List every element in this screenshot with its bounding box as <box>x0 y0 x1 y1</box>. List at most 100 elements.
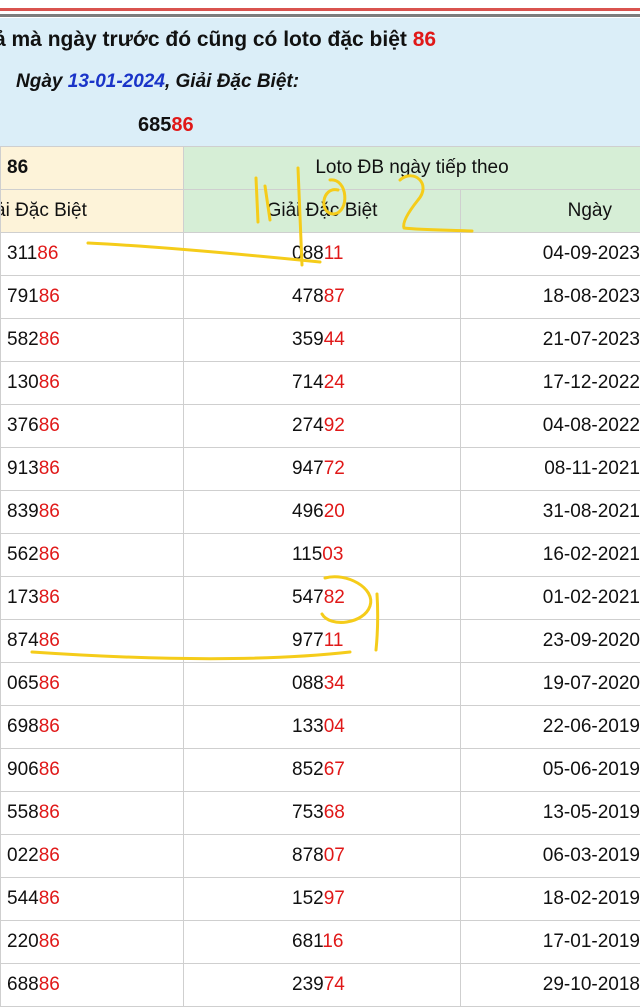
date-text: 31-08-2021 <box>543 501 640 522</box>
table-row: 022868780706-03-2019 <box>1 835 640 878</box>
table-row: 065860883419-07-2020 <box>1 663 640 706</box>
prize-head: 558 <box>7 802 39 823</box>
table-row: 173865478201-02-2021 <box>1 577 640 620</box>
cell-special-prize: 22086 <box>1 921 184 964</box>
prize-tail: 86 <box>39 845 60 866</box>
prize-tail: 86 <box>39 415 60 436</box>
group-header-next-day: Loto ĐB ngày tiếp theo <box>184 147 640 190</box>
date-text: 22-06-2019 <box>543 716 640 737</box>
prize-tail: 86 <box>39 587 60 608</box>
next-prize-head: 359 <box>292 329 324 350</box>
next-prize-head: 947 <box>292 458 324 479</box>
next-prize-head: 239 <box>292 974 324 995</box>
next-prize-head: 852 <box>292 759 324 780</box>
top-border-red-line <box>0 8 640 11</box>
cell-next-special-prize: 11503 <box>184 534 461 577</box>
prize-head: 220 <box>7 931 39 952</box>
table-row: 874869771123-09-2020 <box>1 620 640 663</box>
top-border-grey-line <box>0 14 640 17</box>
prize-tail: 86 <box>39 931 60 952</box>
date-text: 18-08-2023 <box>543 286 640 307</box>
date-prefix: Ngày <box>16 71 68 92</box>
date-text: 13-05-2019 <box>543 802 640 823</box>
prize-tail: 86 <box>39 716 60 737</box>
prize-tail: 86 <box>39 458 60 479</box>
table-row: 9138694772 08-11-2021 <box>1 448 640 491</box>
next-prize-tail: 92 <box>324 415 345 436</box>
next-prize-head: 152 <box>292 888 324 909</box>
prize-tail: 86 <box>39 372 60 393</box>
column-header-date: Ngày <box>461 190 640 233</box>
cell-next-special-prize: 71424 <box>184 362 461 405</box>
table-row: 906868526705-06-2019 <box>1 749 640 792</box>
cell-next-special-prize: 85267 <box>184 749 461 792</box>
cell-date: 22-06-2019 <box>461 706 640 749</box>
headline-number: 86 <box>413 28 436 51</box>
next-prize-tail: 04 <box>324 716 345 737</box>
cell-special-prize: 55886 <box>1 792 184 835</box>
prize-tail: 86 <box>39 974 60 995</box>
cell-special-prize: 91386 <box>1 448 184 491</box>
date-text: 18-02-2019 <box>543 888 640 909</box>
next-prize-tail: 16 <box>322 931 343 952</box>
prize-tail: 86 <box>39 286 60 307</box>
prize-head: 582 <box>7 329 39 350</box>
prize-tail: 86 <box>37 243 58 264</box>
special-prize-tail: 86 <box>171 114 193 136</box>
cell-next-special-prize: 23974 <box>184 964 461 1007</box>
table-group-header: 86 Loto ĐB ngày tiếp theo <box>1 147 640 190</box>
next-prize-head: 714 <box>292 372 324 393</box>
cell-next-special-prize: 75368 <box>184 792 461 835</box>
cell-next-special-prize: 15297 <box>184 878 461 921</box>
next-prize-head: 977 <box>292 630 324 651</box>
date-text: 21-07-2023 <box>543 329 640 350</box>
prize-head: 906 <box>7 759 39 780</box>
prize-head: 688 <box>7 974 39 995</box>
next-prize-tail: 07 <box>324 845 345 866</box>
summary-box: ả mà ngày trước đó cũng có loto đặc biệt… <box>0 18 640 147</box>
next-prize-tail: 20 <box>324 501 345 522</box>
table-row: 791864788718-08-2023 <box>1 276 640 319</box>
next-prize-head: 496 <box>292 501 324 522</box>
date-line: Ngày 13-01-2024, Giải Đặc Biệt: <box>16 71 299 93</box>
table-row: 582863594421-07-2023 <box>1 319 640 362</box>
prize-head: 874 <box>7 630 39 651</box>
prize-head: 376 <box>7 415 39 436</box>
date-text: 04-08-2022 <box>543 415 640 436</box>
next-prize-head: 133 <box>292 716 324 737</box>
cell-special-prize: 13086 <box>1 362 184 405</box>
special-prize-value: 68586 <box>138 114 194 137</box>
prize-head: 022 <box>7 845 39 866</box>
cell-date: 04-09-2023 <box>461 233 640 276</box>
next-prize-tail: 97 <box>324 888 345 909</box>
cell-special-prize: 87486 <box>1 620 184 663</box>
date-text: 08-11-2021 <box>544 458 640 479</box>
cell-next-special-prize: 08811 <box>184 233 461 276</box>
prize-head: 311 <box>7 243 37 264</box>
next-prize-tail: 44 <box>324 329 345 350</box>
prize-tail: 86 <box>39 630 60 651</box>
cell-next-special-prize: 94772 <box>184 448 461 491</box>
cell-special-prize: 54486 <box>1 878 184 921</box>
cell-date: 01-02-2021 <box>461 577 640 620</box>
date-text: 04-09-2023 <box>543 243 640 264</box>
next-prize-tail: 68 <box>324 802 345 823</box>
cell-special-prize: 79186 <box>1 276 184 319</box>
table-row: 688862397429-10-2018 <box>1 964 640 1007</box>
next-prize-tail: 82 <box>324 587 345 608</box>
date-text: 17-01-2019 <box>543 931 640 952</box>
prize-head: 130 <box>7 372 39 393</box>
date-text: 01-02-2021 <box>543 587 640 608</box>
table-column-header: ải Đặc Biệt Giải Đặc Biệt Ngày <box>1 190 640 233</box>
next-prize-head: 088 <box>292 243 324 264</box>
next-prize-head: 878 <box>292 845 324 866</box>
next-prize-tail: 74 <box>324 974 345 995</box>
cell-special-prize: 06586 <box>1 663 184 706</box>
date-text: 17-12-2022 <box>543 372 640 393</box>
cell-date: 29-10-2018 <box>461 964 640 1007</box>
prize-tail: 86 <box>39 673 60 694</box>
cell-next-special-prize: 08834 <box>184 663 461 706</box>
next-prize-tail: 34 <box>324 673 345 694</box>
table-row: 220866811617-01-2019 <box>1 921 640 964</box>
cell-date: 04-08-2022 <box>461 405 640 448</box>
